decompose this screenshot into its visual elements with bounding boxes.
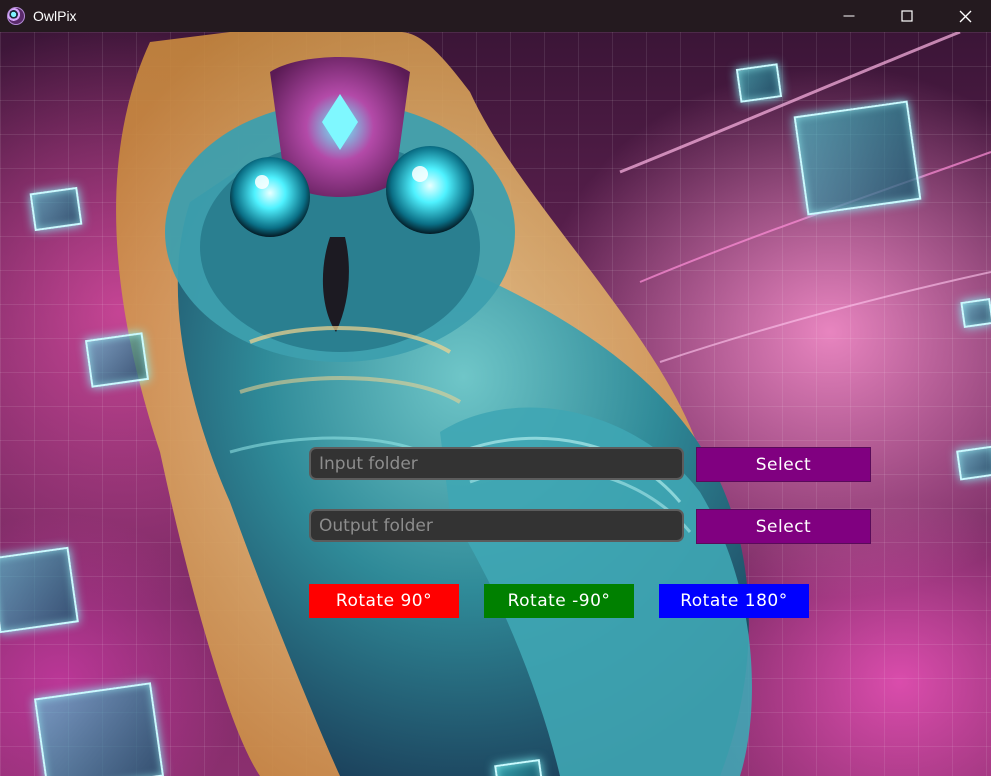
close-button[interactable]: [936, 0, 991, 32]
floating-cube: [793, 100, 922, 216]
floating-cube: [0, 546, 79, 634]
floating-cube: [29, 186, 83, 232]
close-icon: [959, 10, 971, 22]
floating-cube: [84, 332, 150, 388]
select-output-folder-button[interactable]: Select: [696, 509, 871, 544]
select-input-folder-button[interactable]: Select: [696, 447, 871, 482]
maximize-button[interactable]: [878, 0, 936, 32]
rotate-180-button[interactable]: Rotate 180°: [659, 584, 809, 618]
app-window: OwlPix Select Select Rotate 90° Rotate -…: [0, 0, 991, 776]
owl-app-icon: [7, 7, 25, 25]
rotate-minus-90-button[interactable]: Rotate -90°: [484, 584, 634, 618]
input-folder-field[interactable]: [309, 447, 684, 480]
floating-cube: [33, 682, 165, 776]
rotate-90-button[interactable]: Rotate 90°: [309, 584, 459, 618]
title-bar: OwlPix: [0, 0, 991, 32]
output-folder-field[interactable]: [309, 509, 684, 542]
maximize-icon: [901, 10, 913, 22]
window-title: OwlPix: [33, 8, 77, 24]
floating-cube: [735, 63, 783, 103]
floating-cube: [960, 298, 991, 328]
floating-cube: [956, 445, 991, 481]
minimize-button[interactable]: [820, 0, 878, 32]
minimize-icon: [843, 15, 855, 17]
